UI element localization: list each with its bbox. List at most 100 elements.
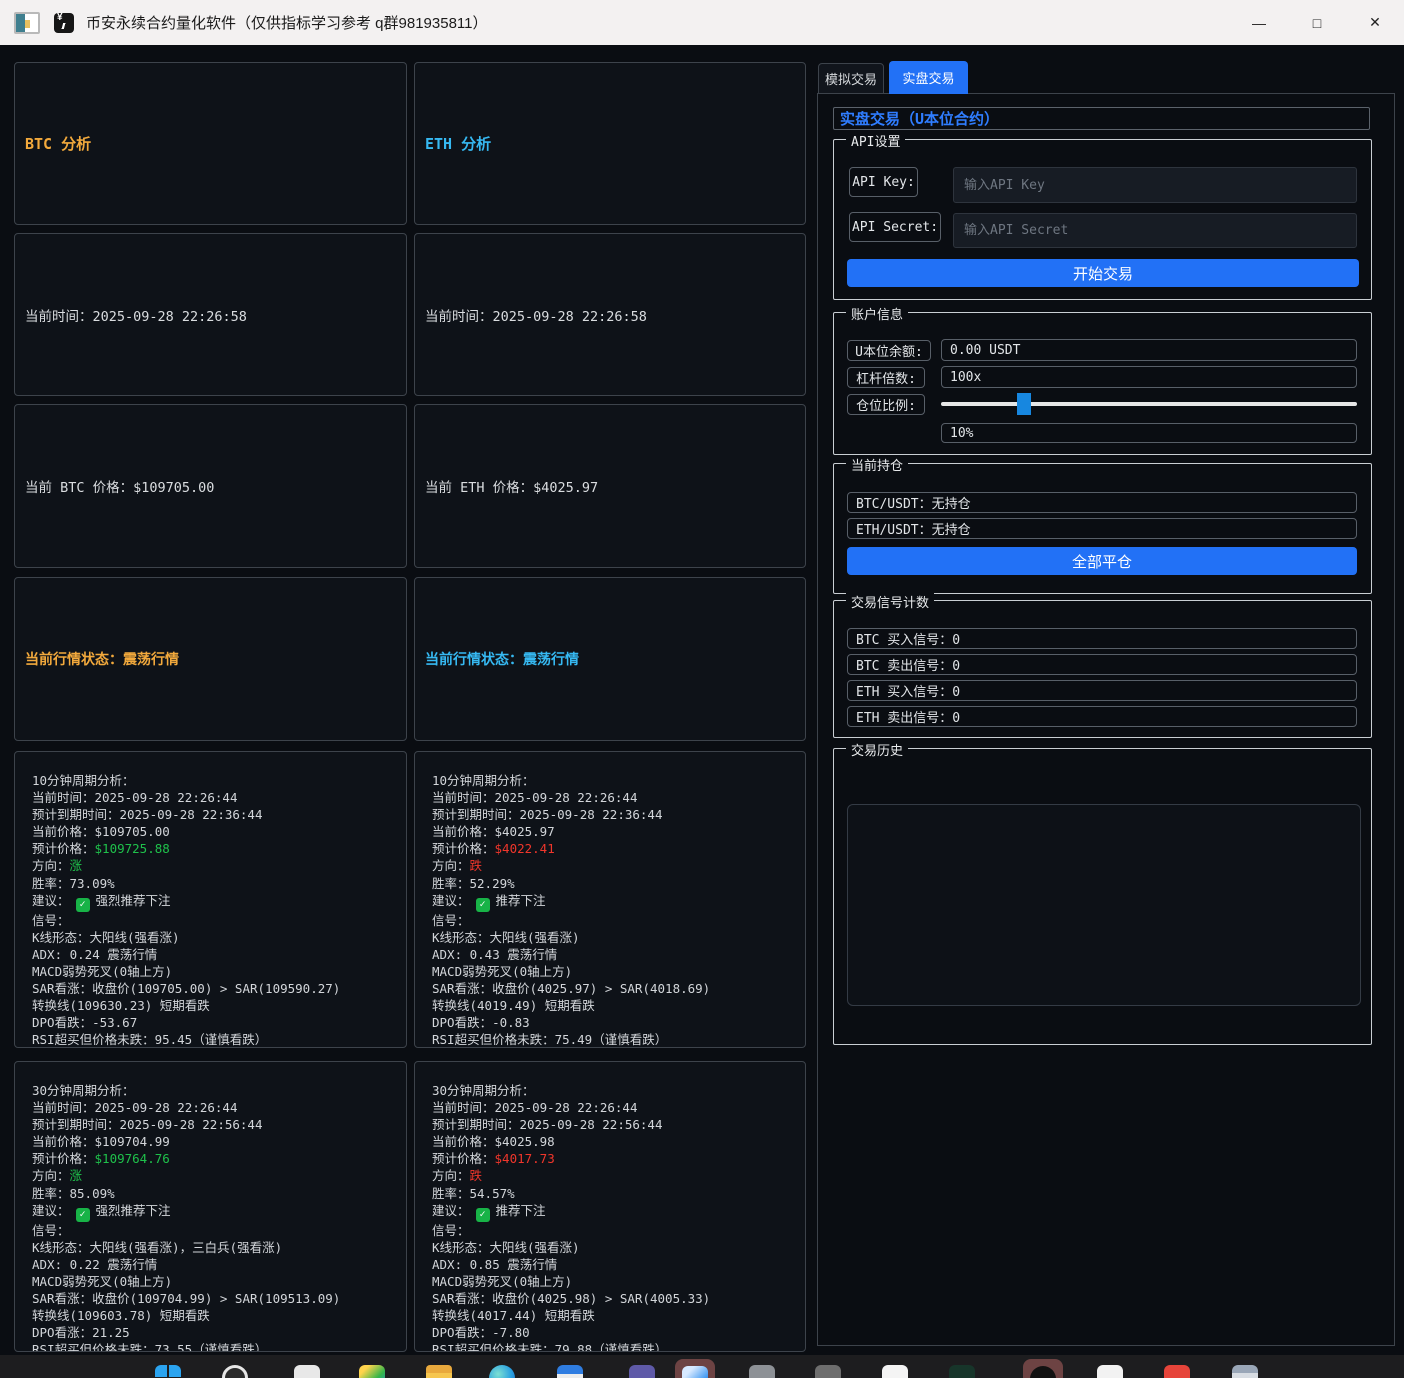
app-red-icon[interactable] [1164,1365,1190,1378]
check-icon: ✓ [476,1208,490,1222]
period-winrate: 胜率：54.57% [432,1185,795,1202]
signal-line: 转换线(109630.23) 短期看跌 [32,997,396,1014]
signal-line: 转换线(4017.44) 短期看跌 [432,1307,795,1324]
api-key-label: API Key: [849,167,918,197]
start-trading-button[interactable]: 开始交易 [847,259,1359,287]
period-heading: 10分钟周期分析： [432,772,795,789]
period-advice: 建议：✓推荐下注 [432,1202,795,1222]
api-secret-input[interactable] [953,213,1357,248]
signal-line: SAR看涨：收盘价(109704.99) > SAR(109513.09) [32,1290,396,1307]
current-positions-group: 当前持仓 BTC/USDT：无持仓 ETH/USDT：无持仓 全部平仓 [833,463,1372,594]
signal-line: DPO看跌：-7.80 [432,1324,795,1341]
maximize-button[interactable]: □ [1288,0,1346,45]
start-button-icon[interactable] [155,1365,181,1378]
eth-time-panel: 当前时间：2025-09-28 22:26:58 [414,233,806,396]
period-heading: 30分钟周期分析： [32,1082,396,1099]
advice-text: 推荐下注 [496,893,546,908]
app-media-player-icon[interactable] [682,1366,708,1378]
taskbar [0,1355,1404,1378]
signal-line: RSI超买但价格未跌：95.45（谨慎看跌） [32,1031,396,1048]
period-heading: 30分钟周期分析： [432,1082,795,1099]
signal-line: RSI超买但价格未跌：79.88（谨慎看跌） [432,1341,795,1352]
signal-line: RSI超买但价格未跌：75.49（谨慎看跌） [432,1031,795,1048]
app-white-teal-icon[interactable] [882,1365,908,1378]
signal-count-group-label: 交易信号计数 [846,592,934,611]
signal-line: RSI超买但价格未跌：73.55（谨慎看跌） [32,1341,396,1352]
signal-line: ADX: 0.22 震荡行情 [32,1256,396,1273]
main-content: BTC 分析 当前时间：2025-09-28 22:26:58 当前 BTC 价… [0,45,1404,1355]
tab-live-trading[interactable]: 实盘交易 [889,61,968,94]
account-info-group: 账户信息 U本位余额: 0.00 USDT 杠杆倍数: 100x 仓位比例: 1… [833,312,1372,455]
check-icon: ✓ [76,898,90,912]
period-time: 当前时间：2025-09-28 22:26:44 [432,1099,795,1116]
period-price: 当前价格：$109704.99 [32,1133,396,1150]
signal-line: ADX: 0.43 震荡行情 [432,946,795,963]
signal-line: SAR看涨：收盘价(109705.00) > SAR(109590.27) [32,980,396,997]
api-key-input[interactable] [953,167,1357,203]
app-music-highlight[interactable] [1023,1359,1063,1378]
app-gray-cat-icon[interactable] [749,1365,775,1378]
advice-text: 强烈推荐下注 [96,893,171,908]
tab-simulated-trading[interactable]: 模拟交易 [818,63,884,94]
app-yellow-green-icon[interactable] [359,1365,385,1378]
predicted-value: $4017.73 [495,1151,555,1166]
signals-heading: 信号： [32,1222,396,1239]
app-purple-cat-icon[interactable] [629,1365,655,1378]
app-dark-green-icon[interactable] [949,1365,975,1378]
signal-line: K线形态：大阳线(强看涨) [432,929,795,946]
app-briefcase-icon[interactable] [557,1365,583,1378]
signals-heading: 信号： [32,912,396,929]
slider-track [941,402,1357,406]
signals-heading: 信号： [432,1222,795,1239]
position-ratio-slider[interactable] [941,393,1357,415]
app-media-player-highlight[interactable] [675,1359,715,1378]
api-settings-group-label: API设置 [846,131,905,150]
btc-buy-signal-count: BTC 买入信号：0 [847,628,1357,649]
signal-line: ADX: 0.85 震荡行情 [432,1256,795,1273]
predicted-value: $109764.76 [95,1151,170,1166]
edge-browser-icon[interactable] [489,1365,515,1378]
btc-30min-analysis-panel: 30分钟周期分析： 当前时间：2025-09-28 22:26:44 预计到期时… [14,1061,407,1352]
btc-market-status-panel: 当前行情状态：震荡行情 [14,577,407,741]
period-advice: 建议：✓强烈推荐下注 [32,1202,396,1222]
btc-price-panel: 当前 BTC 价格：$109705.00 [14,404,407,568]
period-winrate: 胜率：73.09% [32,875,396,892]
btc-analysis-header-panel: BTC 分析 [14,62,407,225]
period-time: 当前时间：2025-09-28 22:26:44 [32,789,396,806]
predicted-value: $4022.41 [495,841,555,856]
app-white-blue-icon[interactable] [1097,1365,1123,1378]
eth-sell-signal-count: ETH 卖出信号：0 [847,706,1357,727]
period-direction: 方向：跌 [432,1167,795,1184]
signal-line: DPO看涨：21.25 [32,1324,396,1341]
leverage-label: 杠杆倍数: [847,367,925,388]
period-expiry: 预计到期时间：2025-09-28 22:36:44 [432,806,795,823]
eth-30min-analysis-panel: 30分钟周期分析： 当前时间：2025-09-28 22:26:44 预计到期时… [414,1061,806,1352]
eth-10min-analysis-panel: 10分钟周期分析： 当前时间：2025-09-28 22:26:44 预计到期时… [414,751,806,1048]
balance-value: 0.00 USDT [941,339,1357,361]
btc-10min-analysis-panel: 10分钟周期分析： 当前时间：2025-09-28 22:26:44 预计到期时… [14,751,407,1048]
period-time: 当前时间：2025-09-28 22:26:44 [32,1099,396,1116]
slider-handle[interactable] [1017,393,1031,415]
window-app-icon [14,12,40,34]
app-light-icon[interactable] [294,1365,320,1378]
period-heading: 10分钟周期分析： [32,772,396,789]
account-info-group-label: 账户信息 [846,304,908,323]
period-time: 当前时间：2025-09-28 22:26:44 [432,789,795,806]
search-circle-icon[interactable] [222,1365,248,1378]
file-explorer-icon[interactable] [426,1365,452,1378]
close-all-positions-button[interactable]: 全部平仓 [847,547,1357,575]
trade-history-list[interactable] [847,804,1361,1006]
live-trading-panel-title: 实盘交易（U本位合约） [833,107,1370,130]
close-button[interactable]: ✕ [1346,0,1404,45]
app-music-icon[interactable] [1030,1366,1056,1378]
signals-heading: 信号： [432,912,795,929]
app-window-icon[interactable] [1232,1365,1258,1378]
api-settings-group: API设置 API Key: API Secret: 开始交易 [833,139,1372,300]
position-ratio-value: 10% [941,423,1357,443]
btc-current-time: 当前时间：2025-09-28 22:26:58 [25,305,247,325]
minimize-button[interactable]: — [1230,0,1288,45]
period-predicted: 预计价格：$4022.41 [432,840,795,857]
app-gray-pill-icon[interactable] [815,1365,841,1378]
predicted-value: $109725.88 [95,841,170,856]
signal-line: DPO看跌：-53.67 [32,1014,396,1031]
